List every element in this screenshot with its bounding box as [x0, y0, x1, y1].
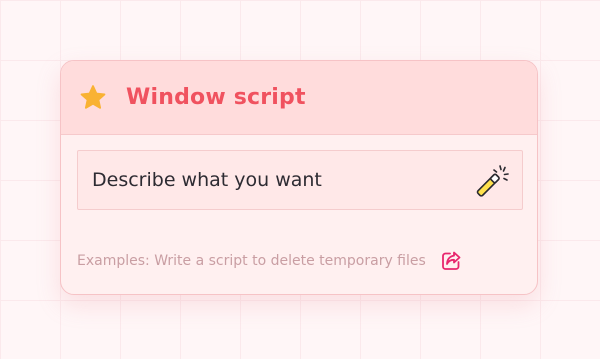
prompt-placeholder: Describe what you want [92, 169, 322, 191]
card-header: Window script [61, 61, 537, 135]
prompt-input[interactable]: Describe what you want [77, 150, 523, 210]
examples-text: Examples: Write a script to delete tempo… [77, 253, 426, 269]
magic-wand-icon[interactable] [474, 163, 512, 199]
examples-row: Examples: Write a script to delete tempo… [77, 249, 463, 273]
window-script-card: Window script Describe what you want Exa… [60, 60, 538, 295]
share-external-icon[interactable] [439, 249, 463, 273]
card-title: Window script [126, 85, 306, 110]
star-icon [80, 84, 106, 109]
